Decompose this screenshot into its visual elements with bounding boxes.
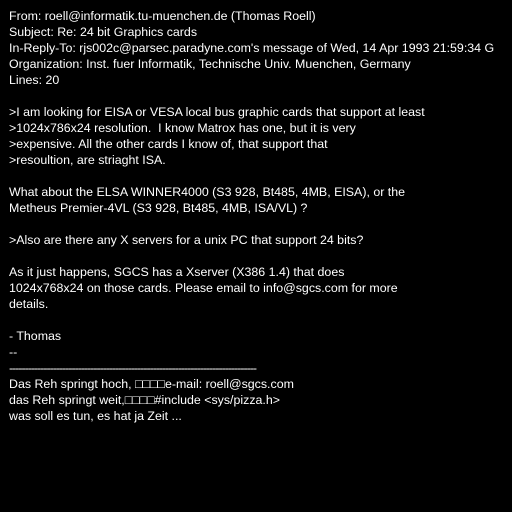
reply-line: As it just happens, SGCS has a Xserver (… <box>9 265 345 279</box>
signoff: - Thomas <box>9 329 62 343</box>
signature-separator: -- <box>9 345 18 359</box>
signature-line: das Reh springt weit,□□□□#include <sys/p… <box>9 393 280 407</box>
header-from: From: roell@informatik.tu-muenchen.de (T… <box>9 9 316 23</box>
quoted-line: >resoultion, are striaght ISA. <box>9 153 166 167</box>
quoted-line: >1024x786x24 resolution. I know Matrox h… <box>9 121 356 135</box>
header-in-reply-to: In-Reply-To: rjs002c@parsec.paradyne.com… <box>9 41 495 55</box>
header-subject: Subject: Re: 24 bit Graphics cards <box>9 25 198 39</box>
header-lines: Lines: 20 <box>9 73 60 87</box>
quoted-paragraph: >I am looking for EISA or VESA local bus… <box>9 104 512 168</box>
signature-line: was soll es tun, es hat ja Zeit ... <box>9 409 182 423</box>
quoted-line: >I am looking for EISA or VESA local bus… <box>9 105 425 119</box>
signature-line: Das Reh springt hoch, □□□□e-mail: roell@… <box>9 377 294 391</box>
signature-divider: ----------------------------------------… <box>9 361 257 375</box>
reply-paragraph: What about the ELSA WINNER4000 (S3 928, … <box>9 184 512 216</box>
signature-block: -- -------------------------------------… <box>9 344 512 424</box>
reply-line: What about the ELSA WINNER4000 (S3 928, … <box>9 185 406 199</box>
reply-line: details. <box>9 297 49 311</box>
email-message: From: roell@informatik.tu-muenchen.de (T… <box>9 8 512 424</box>
reply-paragraph: As it just happens, SGCS has a Xserver (… <box>9 264 512 312</box>
quoted-line: >Also are there any X servers for a unix… <box>9 233 364 247</box>
quoted-line: >expensive. All the other cards I know o… <box>9 137 328 151</box>
reply-line: Metheus Premier-4VL (S3 928, Bt485, 4MB,… <box>9 201 308 215</box>
header-organization: Organization: Inst. fuer Informatik, Tec… <box>9 57 411 71</box>
email-headers: From: roell@informatik.tu-muenchen.de (T… <box>9 8 512 88</box>
quoted-paragraph: >Also are there any X servers for a unix… <box>9 232 512 248</box>
reply-line: 1024x768x24 on those cards. Please email… <box>9 281 398 295</box>
